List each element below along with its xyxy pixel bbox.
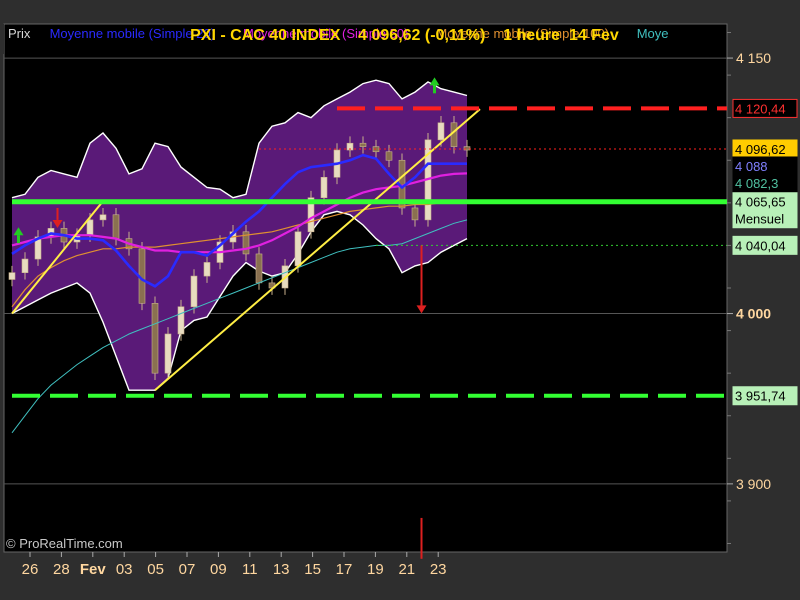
candle-body: [437, 122, 445, 141]
x-tick-label: 07: [179, 561, 196, 578]
legend-item: Prix: [8, 26, 31, 41]
price-label-text: 3 951,74: [735, 389, 786, 404]
candle-body: [411, 207, 419, 221]
candle-body: [255, 253, 263, 284]
price-label-text: 4 120,44: [735, 101, 786, 116]
candle-body: [21, 258, 29, 273]
candle-body: [203, 262, 211, 277]
candle-body: [294, 231, 302, 267]
y-tick-label: 4 000: [736, 306, 771, 322]
x-tick-label: 13: [273, 561, 290, 578]
price-label: 4 040,04: [732, 235, 798, 255]
candle-body: [164, 333, 172, 374]
x-tick-label: 17: [336, 561, 353, 578]
candle-body: [112, 214, 120, 239]
candle-body: [463, 146, 471, 151]
price-label: 4 096,62: [732, 139, 798, 159]
x-tick-label: 05: [147, 561, 164, 578]
candle-body: [320, 176, 328, 199]
price-label: 3 951,74: [732, 386, 798, 406]
current-price: 4 096,62: [358, 27, 421, 44]
x-tick-label: 23: [430, 561, 447, 578]
y-tick-label: 4 150: [736, 50, 771, 66]
price-label: 4 088: [732, 156, 798, 176]
candle-body: [359, 142, 367, 147]
price-label-text: 4 040,04: [735, 238, 786, 253]
candle-body: [8, 272, 16, 280]
price-label: 4 065,65: [732, 192, 798, 212]
y-tick-label: 3 900: [736, 476, 771, 492]
x-tick-label: 09: [210, 561, 227, 578]
candle-body: [151, 303, 159, 374]
candle-body: [86, 219, 94, 236]
x-tick-label: 21: [398, 561, 415, 578]
legend-left-mask: [0, 24, 4, 54]
price-label: Mensuel: [732, 209, 798, 229]
price-label-text: 4 088: [735, 159, 768, 174]
legend-item: Moye: [637, 26, 669, 41]
candle-body: [190, 275, 198, 308]
price-label-text: Mensuel: [735, 212, 784, 227]
price-label-text: 4 082,3: [735, 176, 778, 191]
chart-title: PXI - CAC 40 INDEX 4 096,62 (-0,11%) 1 h…: [0, 0, 800, 44]
candle-body: [99, 214, 107, 221]
date-label: 14 Fev: [568, 27, 619, 44]
interval-label: 1 heure: [503, 27, 561, 44]
x-tick-label: Fev: [80, 561, 107, 578]
x-tick-label: 28: [53, 561, 70, 578]
price-label: 4 082,3: [732, 173, 798, 193]
x-tick-label: 03: [116, 561, 133, 578]
x-tick-label: 26: [22, 561, 39, 578]
price-label: 4 120,44: [732, 98, 798, 118]
price-chart[interactable]: 4 150 4 000 3 900 4 120,44 4 096,62 4 088 4 08…: [0, 0, 800, 600]
watermark: © ProRealTime.com: [6, 536, 123, 551]
x-tick-label: 11: [242, 561, 258, 578]
x-tick-label: 19: [367, 561, 384, 578]
instrument-name: PXI - CAC 40 INDEX: [190, 27, 341, 44]
x-tick-label: 15: [304, 561, 321, 578]
candle-body: [385, 151, 393, 161]
price-label-text: 4 096,62: [735, 142, 786, 157]
price-label-text: 4 065,65: [735, 195, 786, 210]
price-change: (-0,11%): [424, 27, 486, 44]
candle-body: [177, 306, 185, 335]
